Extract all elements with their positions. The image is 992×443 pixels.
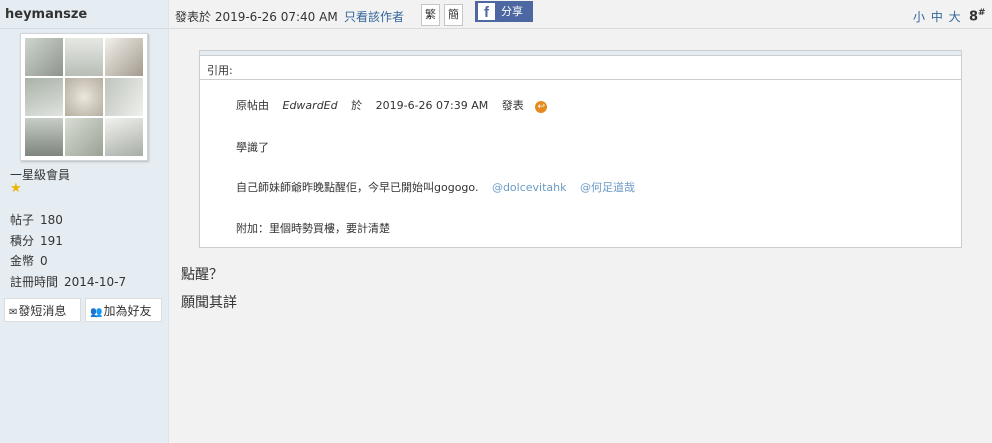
stat-posts: 帖子 180 xyxy=(10,210,126,231)
quote-meta-prefix: 原帖由 xyxy=(236,99,269,112)
quote-at: 於 xyxy=(351,99,363,112)
quote-line: 附加：里個時勢買樓，要計清楚 xyxy=(236,222,390,235)
add-friend-label: 加為好友 xyxy=(103,304,152,318)
traditional-chinese-button[interactable]: 繁 xyxy=(421,4,440,26)
quote-posted: 發表 xyxy=(501,99,524,112)
only-author-link[interactable]: 只看該作者 xyxy=(344,8,404,25)
send-message-label: 發短消息 xyxy=(18,304,67,318)
stat-value[interactable]: 180 xyxy=(40,213,63,227)
user-sidebar: heymansze 一星級會員 ★ 帖子 180 積分 191 金幣 0 註冊時間 20… xyxy=(0,0,169,443)
floor-value: 8 xyxy=(969,9,979,25)
quote-line-text: 自己師妹師爺昨晚點醒佢，今早已開始叫gogogo. xyxy=(236,181,479,194)
facebook-icon: f xyxy=(478,3,495,21)
quote-line: 自己師妹師爺昨晚點醒佢，今早已開始叫gogogo. @dolcevitahk @… xyxy=(236,179,635,195)
stat-points: 積分 191 xyxy=(10,231,126,252)
quote-top-bar xyxy=(200,51,961,56)
avatar-image xyxy=(25,38,143,156)
stat-coins: 金幣 0 xyxy=(10,251,126,272)
mention-link[interactable]: @何足道哉 xyxy=(580,181,635,194)
quote-date: 2019-6-26 07:39 AM xyxy=(375,99,489,112)
quote-block: 引用: 原帖由 EdwardEd 於 2019-6-26 07:39 AM 發表… xyxy=(199,50,962,248)
users-icon: 👥 xyxy=(90,307,103,318)
reply-text: 點醒？ xyxy=(181,267,223,283)
stat-value: 0 xyxy=(40,254,48,269)
post-header: 發表於 2019-6-26 07:40 AM 只看該作者 繁 簡 f 分享 小 … xyxy=(169,0,992,29)
facebook-share-button[interactable]: f 分享 xyxy=(475,1,533,22)
username-link[interactable]: heymansze xyxy=(5,7,87,22)
floor-mark: # xyxy=(978,8,986,18)
stat-label: 金幣 xyxy=(10,254,35,269)
stat-value: 191 xyxy=(40,233,63,248)
simplified-chinese-button[interactable]: 簡 xyxy=(444,4,463,26)
reply-text: 願聞其詳 xyxy=(181,295,237,311)
add-friend-button[interactable]: 👥加為好友 xyxy=(85,298,162,322)
font-size-links[interactable]: 小 中 大 xyxy=(913,8,962,25)
go-to-post-icon[interactable]: ↩ xyxy=(535,101,548,113)
stat-registered: 註冊時間 2014-10-7 xyxy=(10,272,126,293)
envelope-icon: ✉ xyxy=(9,307,18,318)
quote-meta: 原帖由 EdwardEd 於 2019-6-26 07:39 AM 發表 ↩ xyxy=(236,97,548,113)
stat-value: 2014-10-7 xyxy=(64,275,127,290)
stat-label: 帖子 xyxy=(10,213,35,227)
stat-label: 積分 xyxy=(10,233,35,248)
share-label: 分享 xyxy=(501,5,523,18)
floor-number[interactable]: 8# xyxy=(969,8,986,24)
quote-label: 引用: xyxy=(207,64,233,77)
quote-divider xyxy=(200,79,961,80)
sidebar-divider xyxy=(0,28,168,29)
send-message-button[interactable]: ✉發短消息 xyxy=(4,298,81,322)
post-date: 發表於 2019-6-26 07:40 AM xyxy=(175,10,338,24)
stat-label: 註冊時間 xyxy=(10,275,59,290)
avatar[interactable] xyxy=(20,33,148,161)
quote-line: 學識了 xyxy=(236,141,269,154)
user-stats: 帖子 180 積分 191 金幣 0 註冊時間 2014-10-7 xyxy=(10,210,126,293)
star-icon: ★ xyxy=(10,181,22,196)
quote-author: EdwardEd xyxy=(282,99,338,112)
mention-link[interactable]: @dolcevitahk xyxy=(492,181,567,194)
